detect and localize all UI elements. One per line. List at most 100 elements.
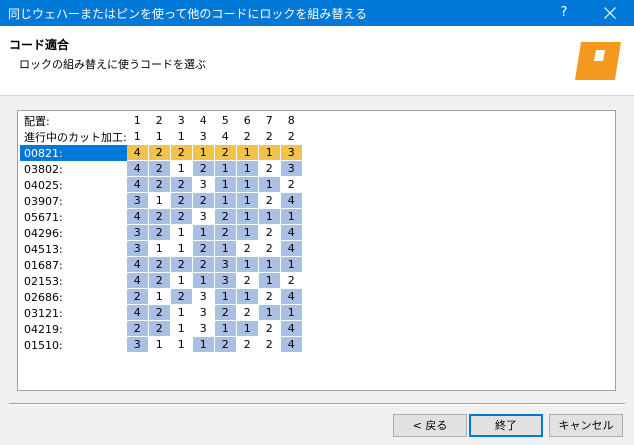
cut-cell: 4 [126, 161, 149, 177]
cut-cell: 1 [192, 273, 215, 289]
cut-cell: 2 [170, 209, 193, 225]
wizard-header: コード適合 ロックの組み替えに使うコードを選ぶ [0, 26, 634, 96]
cut-cell: 1 [236, 193, 259, 209]
cut-cell: 3 [126, 241, 149, 257]
table-row[interactable]: 05671: 4 2 2 3 2 1 1 1 [20, 209, 303, 225]
cut-cell: 1 [214, 241, 237, 257]
code-list-panel: 配置: 12345678 進行中のカット加工: 11134222 00821: 4… [17, 110, 616, 391]
row-code-label: 03121: [24, 306, 63, 320]
cut-cell: 2 [214, 145, 237, 161]
cut-cell: 2 [148, 257, 171, 273]
cut-cell: 3 [192, 321, 215, 337]
position-header: 8 [280, 113, 303, 129]
row-code-label: 03907: [24, 194, 63, 208]
finish-button[interactable]: 終了 [469, 414, 543, 437]
cut-cell: 2 [258, 161, 281, 177]
table-row[interactable]: 04025: 4 2 2 3 1 1 1 2 [20, 177, 303, 193]
table-row[interactable]: 04219: 2 2 1 3 1 1 2 4 [20, 321, 303, 337]
cut-cell: 1 [258, 305, 281, 321]
row-code-label: 04513: [24, 242, 63, 256]
position-header: 2 [148, 113, 171, 129]
table-row[interactable]: 04513: 3 1 1 2 1 2 2 4 [20, 241, 303, 257]
cut-cell: 2 [280, 177, 303, 193]
cut-cell: 2 [170, 145, 193, 161]
cut-cell: 1 [236, 289, 259, 305]
cancel-button[interactable]: キャンセル [549, 414, 623, 437]
current-cut-cell: 1 [126, 129, 149, 145]
cut-cell: 2 [192, 257, 215, 273]
back-button[interactable]: < 戻る [393, 414, 467, 437]
cut-cell: 1 [236, 321, 259, 337]
cut-cell: 2 [236, 273, 259, 289]
cut-cell: 1 [148, 289, 171, 305]
position-header: 6 [236, 113, 259, 129]
cut-cell: 4 [126, 305, 149, 321]
table-row[interactable]: 00821: 4 2 2 1 2 1 1 3 [20, 145, 303, 161]
position-header: 5 [214, 113, 237, 129]
table-row[interactable]: 02686: 2 1 2 3 1 1 2 4 [20, 289, 303, 305]
cut-cell: 2 [258, 321, 281, 337]
row-code-label: 01687: [24, 258, 63, 272]
row-code-label: 01510: [24, 338, 63, 352]
cut-cell: 2 [258, 337, 281, 353]
cut-cell: 2 [236, 241, 259, 257]
cut-cell: 4 [280, 241, 303, 257]
cut-cell: 1 [214, 289, 237, 305]
cut-cell: 1 [258, 257, 281, 273]
position-header: 1 [126, 113, 149, 129]
table-row[interactable]: 01510: 3 1 1 1 2 2 2 4 [20, 337, 303, 353]
cut-cell: 1 [170, 305, 193, 321]
close-button[interactable] [590, 0, 630, 26]
position-label: 配置: [24, 114, 50, 128]
code-table: 配置: 12345678 進行中のカット加工: 11134222 00821: 4… [20, 113, 303, 353]
page-title: コード適合 [9, 38, 70, 52]
cut-cell: 1 [170, 337, 193, 353]
cut-cell: 3 [126, 225, 149, 241]
position-header: 7 [258, 113, 281, 129]
cut-cell: 1 [258, 177, 281, 193]
table-row[interactable]: 02153: 4 2 1 1 3 2 1 2 [20, 273, 303, 289]
cut-cell: 1 [148, 337, 171, 353]
cut-cell: 2 [148, 225, 171, 241]
position-header: 3 [170, 113, 193, 129]
cut-cell: 2 [170, 257, 193, 273]
cut-cell: 1 [170, 225, 193, 241]
cut-cell: 3 [214, 273, 237, 289]
cut-cell: 1 [148, 193, 171, 209]
cut-cell: 1 [170, 161, 193, 177]
row-code-label: 05671: [24, 210, 63, 224]
wizard-logo-icon [575, 42, 621, 80]
page-subtitle: ロックの組み替えに使うコードを選ぶ [19, 58, 206, 71]
table-row[interactable]: 04296: 3 2 1 1 2 1 2 4 [20, 225, 303, 241]
table-row[interactable]: 03907: 3 1 2 2 1 1 2 4 [20, 193, 303, 209]
cut-cell: 1 [192, 225, 215, 241]
cut-cell: 1 [236, 257, 259, 273]
cut-cell: 4 [126, 145, 149, 161]
table-row[interactable]: 03121: 4 2 1 3 2 2 1 1 [20, 305, 303, 321]
title-bar: 同じウェハーまたはピンを使って他のコードにロックを組み替える ? [0, 0, 634, 26]
cut-cell: 2 [258, 241, 281, 257]
cut-cell: 1 [214, 193, 237, 209]
cut-cell: 1 [214, 321, 237, 337]
cut-cell: 2 [280, 273, 303, 289]
cut-cell: 2 [236, 337, 259, 353]
cut-cell: 2 [258, 289, 281, 305]
table-row[interactable]: 01687: 4 2 2 2 3 1 1 1 [20, 257, 303, 273]
cut-cell: 3 [280, 161, 303, 177]
cut-cell: 2 [148, 321, 171, 337]
footer-separator [9, 403, 625, 405]
current-cut-cell: 3 [192, 129, 215, 145]
row-code-label: 04025: [24, 178, 63, 192]
cut-cell: 2 [148, 161, 171, 177]
cut-cell: 2 [148, 209, 171, 225]
cut-cell: 2 [148, 305, 171, 321]
cut-cell: 1 [192, 337, 215, 353]
table-row[interactable]: 03802: 4 2 1 2 1 1 2 3 [20, 161, 303, 177]
cut-cell: 2 [170, 193, 193, 209]
close-icon [604, 7, 616, 19]
cut-cell: 1 [236, 161, 259, 177]
cut-cell: 1 [258, 145, 281, 161]
help-button[interactable]: ? [548, 0, 580, 26]
cut-cell: 4 [280, 289, 303, 305]
cut-cell: 1 [258, 209, 281, 225]
